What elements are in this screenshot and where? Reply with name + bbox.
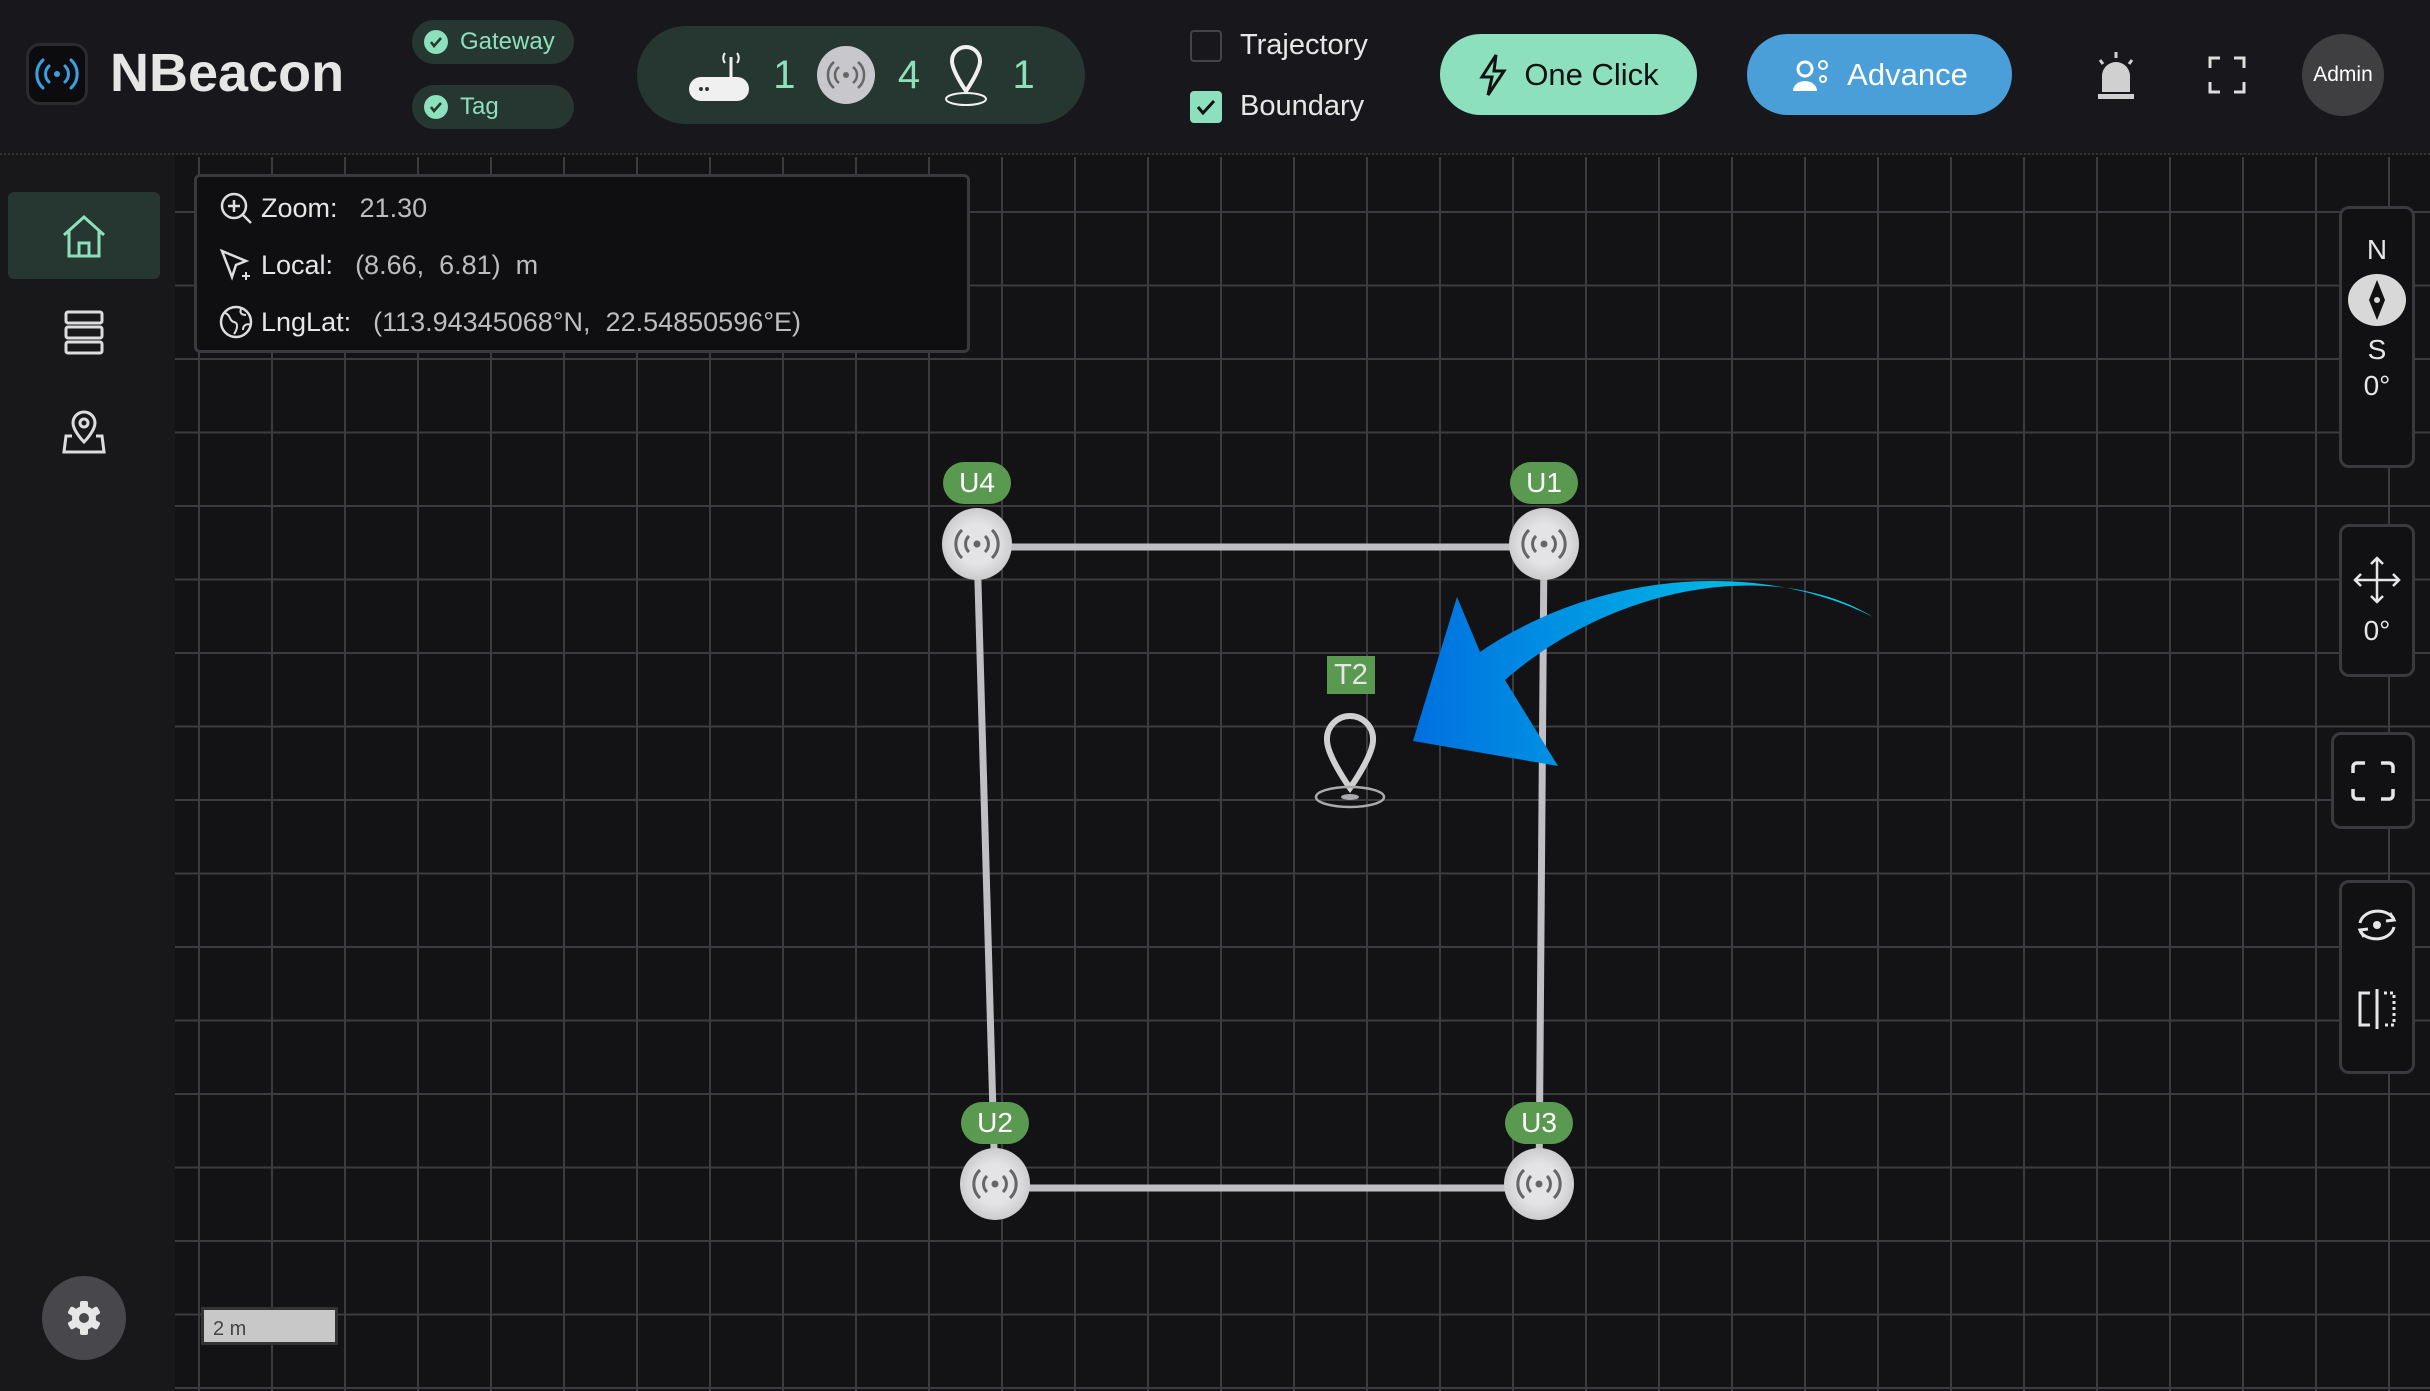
zoom-label: Zoom:: [261, 192, 338, 223]
local-value: (8.66, 6.81) m: [355, 249, 539, 280]
beacon-icon: [1516, 1168, 1562, 1200]
lnglat-value: (113.94345068°N, 22.54850596°E): [373, 306, 802, 337]
pointer-arrow: [1413, 581, 1873, 766]
north-label: N: [2366, 234, 2388, 265]
tag-pin-icon: [1314, 712, 1386, 809]
pan-panel[interactable]: 0°: [2339, 524, 2415, 677]
anchor-marker[interactable]: [960, 1148, 1030, 1220]
tag-label[interactable]: T2: [1327, 656, 1375, 694]
fit-view-button[interactable]: [2331, 732, 2415, 829]
move-icon[interactable]: [2352, 555, 2402, 605]
scale-bar: 2 m: [201, 1307, 338, 1345]
view-tools-panel: [2339, 880, 2415, 1074]
split-view-icon[interactable]: [2356, 987, 2398, 1031]
beacon-icon: [954, 528, 1000, 560]
beacon-icon: [972, 1168, 1018, 1200]
anchor-marker[interactable]: [942, 508, 1012, 580]
map-info-panel: Zoom: 21.30 Local: (8.66, 6.81) m LngLat: (…: [194, 174, 970, 353]
rotate-view-icon[interactable]: [2354, 905, 2400, 945]
compass-angle: 0°: [2363, 370, 2391, 401]
lnglat-label: LngLat:: [261, 306, 352, 337]
compass-icon[interactable]: [2347, 272, 2407, 328]
anchor-label: U2: [961, 1102, 1029, 1144]
zoom-value: 21.30: [359, 192, 428, 223]
anchor-marker[interactable]: [1509, 508, 1579, 580]
zoom-icon: [220, 192, 252, 224]
anchor-marker[interactable]: [1504, 1148, 1574, 1220]
cursor-icon: [219, 248, 250, 281]
anchor-label: U4: [943, 462, 1011, 504]
fit-view-icon: [2351, 760, 2395, 801]
anchor-label: U3: [1505, 1102, 1573, 1144]
globe-icon: [219, 305, 253, 339]
beacon-icon: [1521, 528, 1567, 560]
south-label: S: [2367, 334, 2387, 365]
boundary-edge: [973, 546, 999, 1185]
move-angle: 0°: [2363, 615, 2391, 646]
compass-panel[interactable]: N S 0°: [2339, 206, 2415, 468]
local-label: Local:: [261, 249, 334, 280]
anchor-label: U1: [1510, 462, 1578, 504]
